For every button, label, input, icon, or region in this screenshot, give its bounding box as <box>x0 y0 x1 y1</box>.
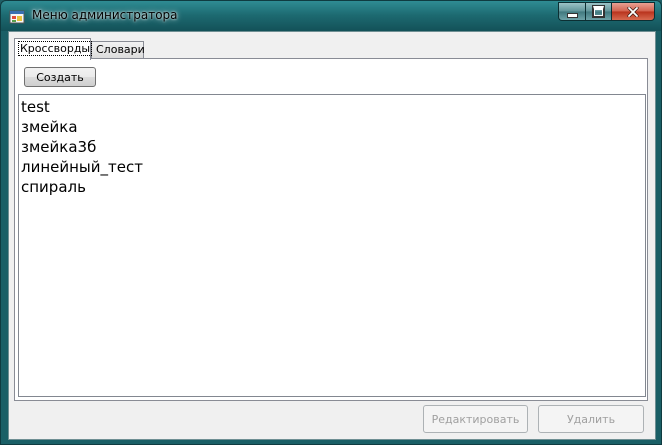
maximize-icon <box>592 5 605 18</box>
maximize-button[interactable] <box>585 2 611 21</box>
list-item[interactable]: спираль <box>21 177 643 197</box>
close-icon <box>627 6 639 17</box>
edit-button[interactable]: Редактировать <box>423 405 528 433</box>
crosswords-listbox[interactable]: test змейка змейка3б линейный_тест спира… <box>18 94 646 397</box>
crosswords-tab-page: Создать test змейка змейка3б линейный_те… <box>14 58 648 401</box>
list-item[interactable]: змейка3б <box>21 137 643 157</box>
list-item[interactable]: линейный_тест <box>21 157 643 177</box>
minimize-icon <box>566 12 578 18</box>
close-button[interactable] <box>611 2 655 21</box>
tab-crosswords[interactable]: Кроссворды <box>14 38 93 60</box>
tab-dictionaries[interactable]: Словари <box>91 41 145 58</box>
main-window: Меню администратора Кроссворды Словари С… <box>0 0 662 445</box>
caption-buttons <box>558 2 655 21</box>
list-item[interactable]: змейка <box>21 117 643 137</box>
delete-button[interactable]: Удалить <box>538 405 644 433</box>
tab-dictionaries-label: Словари <box>96 43 145 56</box>
title-bar[interactable]: Меню администратора <box>1 1 661 31</box>
minimize-button[interactable] <box>558 2 585 21</box>
list-item[interactable]: test <box>21 97 643 117</box>
create-button[interactable]: Создать <box>24 67 96 87</box>
client-area: Кроссворды Словари Создать test змейка з… <box>8 31 656 440</box>
app-icon <box>9 10 25 24</box>
window-title: Меню администратора <box>32 8 178 22</box>
tab-crosswords-label: Кроссворды <box>17 41 93 56</box>
